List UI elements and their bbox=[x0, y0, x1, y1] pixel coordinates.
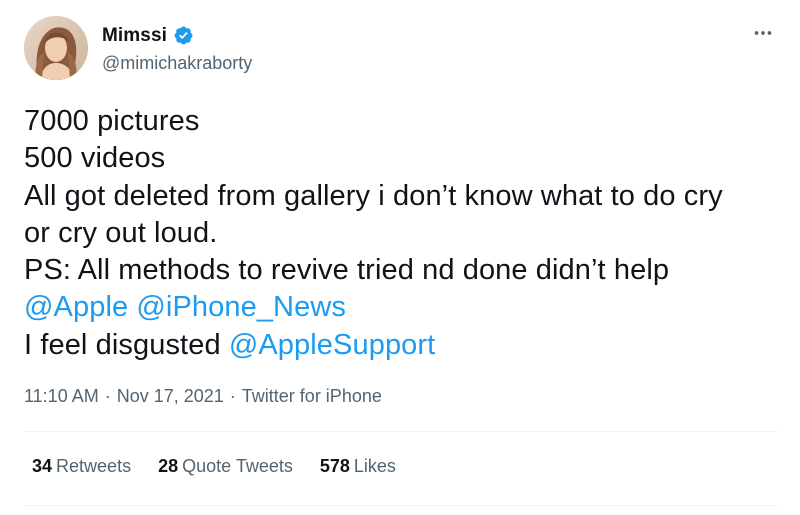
tweet-text-segment: 500 videos bbox=[24, 142, 166, 175]
mention-link[interactable]: @AppleSupport bbox=[229, 329, 435, 361]
tweet-line: or cry out loud. bbox=[24, 215, 784, 252]
divider bbox=[24, 431, 778, 432]
tweet-card: Mimssi @mimichakraborty 7000 pictures 500… bbox=[0, 0, 800, 515]
tweet-meta: 11:10 AM · Nov 17, 2021 · Twitter for iP… bbox=[24, 386, 382, 407]
tweet-line: 500 videos bbox=[24, 140, 784, 177]
avatar-image bbox=[24, 16, 88, 80]
tweet-text-segment: or cry out loud. bbox=[24, 216, 218, 249]
tweet-source[interactable]: Twitter for iPhone bbox=[242, 386, 382, 407]
mention-link[interactable]: @iPhone_News bbox=[136, 291, 346, 323]
more-horizontal-icon bbox=[754, 31, 772, 35]
tweet-text-segment: All got deleted from gallery i don’t kno… bbox=[24, 179, 723, 212]
tweet-line: I feel disgusted @AppleSupport bbox=[24, 327, 784, 364]
more-options-button[interactable] bbox=[748, 18, 778, 48]
verified-badge-icon bbox=[173, 25, 194, 46]
meta-separator: · bbox=[229, 386, 236, 406]
name-row: Mimssi bbox=[102, 23, 252, 49]
avatar[interactable] bbox=[24, 16, 88, 80]
handle[interactable]: @mimichakraborty bbox=[102, 53, 252, 74]
retweets-label: Retweets bbox=[56, 456, 132, 476]
tweet-stats: 34 Retweets 28 Quote Tweets 578 Likes bbox=[32, 456, 423, 477]
meta-separator: · bbox=[104, 386, 111, 406]
tweet-text: 7000 pictures 500 videos All got deleted f… bbox=[24, 103, 784, 364]
quote-tweets-label: Quote Tweets bbox=[182, 456, 293, 476]
tweet-time[interactable]: 11:10 AM bbox=[24, 386, 99, 407]
divider bbox=[24, 505, 778, 506]
quote-tweets-count: 28 bbox=[158, 456, 179, 476]
tweet-line: PS: All methods to revive tried nd done … bbox=[24, 252, 784, 289]
retweets-stat[interactable]: 34 Retweets bbox=[32, 456, 131, 477]
tweet-line: All got deleted from gallery i don’t kno… bbox=[24, 178, 784, 215]
mention-link[interactable]: @Apple bbox=[24, 291, 128, 323]
tweet-text-segment: 7000 pictures bbox=[24, 105, 200, 137]
likes-stat[interactable]: 578 Likes bbox=[320, 456, 396, 477]
likes-count: 578 bbox=[319, 456, 350, 476]
tweet-date[interactable]: Nov 17, 2021 bbox=[117, 386, 224, 407]
author-names: Mimssi @mimichakraborty bbox=[102, 23, 252, 74]
quote-tweets-stat[interactable]: 28 Quote Tweets bbox=[158, 456, 293, 477]
retweets-count: 34 bbox=[32, 456, 53, 476]
tweet-line: @Apple @iPhone_News bbox=[24, 289, 784, 326]
tweet-text-segment: I feel disgusted bbox=[24, 328, 229, 361]
likes-label: Likes bbox=[353, 456, 396, 476]
tweet-header: Mimssi @mimichakraborty bbox=[24, 14, 252, 82]
tweet-text-segment: PS: All methods to revive tried nd done … bbox=[24, 254, 670, 287]
display-name[interactable]: Mimssi bbox=[102, 25, 167, 47]
tweet-line: 7000 pictures bbox=[24, 103, 784, 140]
